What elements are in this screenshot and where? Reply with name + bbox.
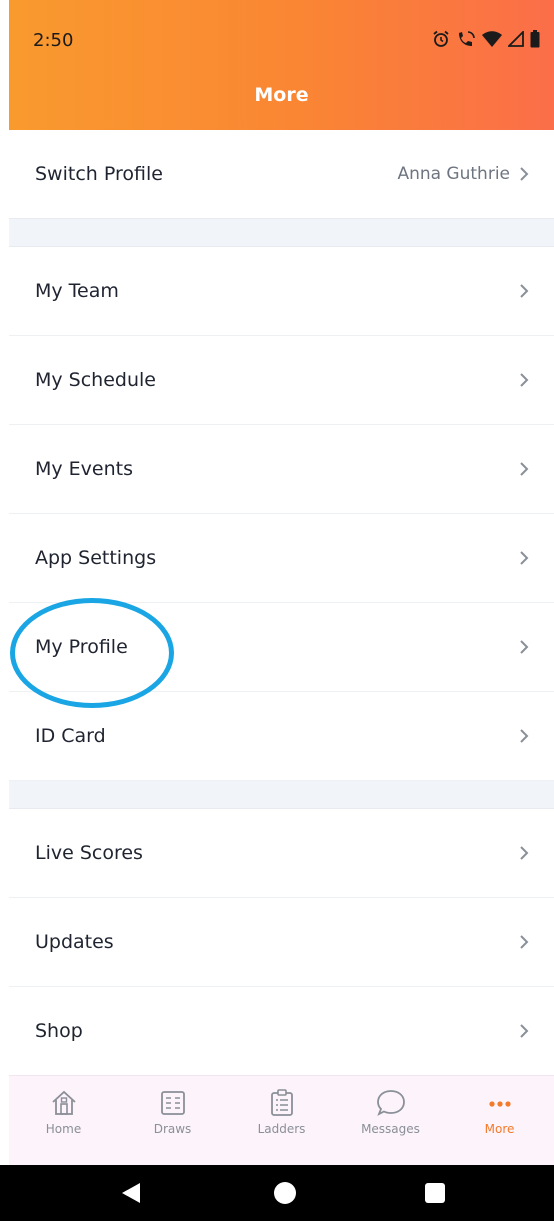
section-separator [9,781,554,809]
more-menu: Switch Profile Anna Guthrie My Team My S… [9,130,554,1076]
menu-item-id-card[interactable]: ID Card [9,692,554,781]
chevron-right-icon [520,1024,529,1038]
signal-icon [508,31,524,47]
menu-item-app-settings[interactable]: App Settings [9,514,554,603]
chevron-right-icon [520,167,529,181]
section-separator [9,219,554,247]
menu-item-label: Live Scores [35,842,143,864]
bottom-tab-bar: Home Draws Ladders Messages More [9,1075,554,1165]
ladders-icon [265,1086,299,1120]
menu-item-label: My Events [35,458,134,480]
menu-item-label: Updates [35,931,114,953]
messages-icon [374,1086,408,1120]
chevron-right-icon [520,846,529,860]
menu-item-my-profile[interactable]: My Profile [9,603,554,692]
chevron-right-icon [520,284,529,298]
alarm-icon [432,30,450,48]
tab-label: Ladders [257,1122,306,1136]
chevron-right-icon [520,729,529,743]
menu-item-label: My Team [35,280,119,302]
switch-profile-row[interactable]: Switch Profile Anna Guthrie [9,130,554,219]
tab-label: More [484,1122,515,1136]
tab-home[interactable]: Home [9,1076,118,1165]
chevron-right-icon [520,640,529,654]
home-icon [47,1086,81,1120]
menu-item-my-events[interactable]: My Events [9,425,554,514]
status-icons [432,28,540,50]
menu-item-label: My Schedule [35,369,156,391]
recents-button[interactable] [425,1183,445,1203]
tab-messages[interactable]: Messages [336,1076,445,1165]
menu-item-label: ID Card [35,725,106,747]
tab-label: Draws [153,1122,192,1136]
menu-item-label: App Settings [35,547,157,569]
menu-item-shop[interactable]: Shop [9,987,554,1076]
more-icon [483,1086,517,1120]
menu-item-live-scores[interactable]: Live Scores [9,809,554,898]
menu-item-my-schedule[interactable]: My Schedule [9,336,554,425]
wifi-calling-icon [456,30,476,48]
battery-icon [530,30,540,48]
draws-icon [156,1086,190,1120]
menu-item-label: Shop [35,1020,83,1042]
tab-ladders[interactable]: Ladders [227,1076,336,1165]
chevron-right-icon [520,935,529,949]
switch-profile-label: Switch Profile [35,163,163,185]
page-title: More [254,84,309,106]
chevron-right-icon [520,551,529,565]
menu-item-updates[interactable]: Updates [9,898,554,987]
tab-label: Home [45,1122,82,1136]
tab-more[interactable]: More [445,1076,554,1165]
back-icon[interactable] [120,1181,142,1205]
current-profile-name: Anna Guthrie [397,164,510,184]
chevron-right-icon [520,462,529,476]
app-header: 2:50 More [9,0,554,130]
chevron-right-icon [520,373,529,387]
menu-item-my-team[interactable]: My Team [9,247,554,336]
status-time: 2:50 [33,30,74,51]
tab-label: Messages [361,1122,420,1136]
menu-item-label: My Profile [35,636,128,658]
tab-draws[interactable]: Draws [118,1076,227,1165]
system-nav-bar [0,1165,554,1221]
home-button[interactable] [274,1182,296,1204]
wifi-icon [482,31,502,47]
